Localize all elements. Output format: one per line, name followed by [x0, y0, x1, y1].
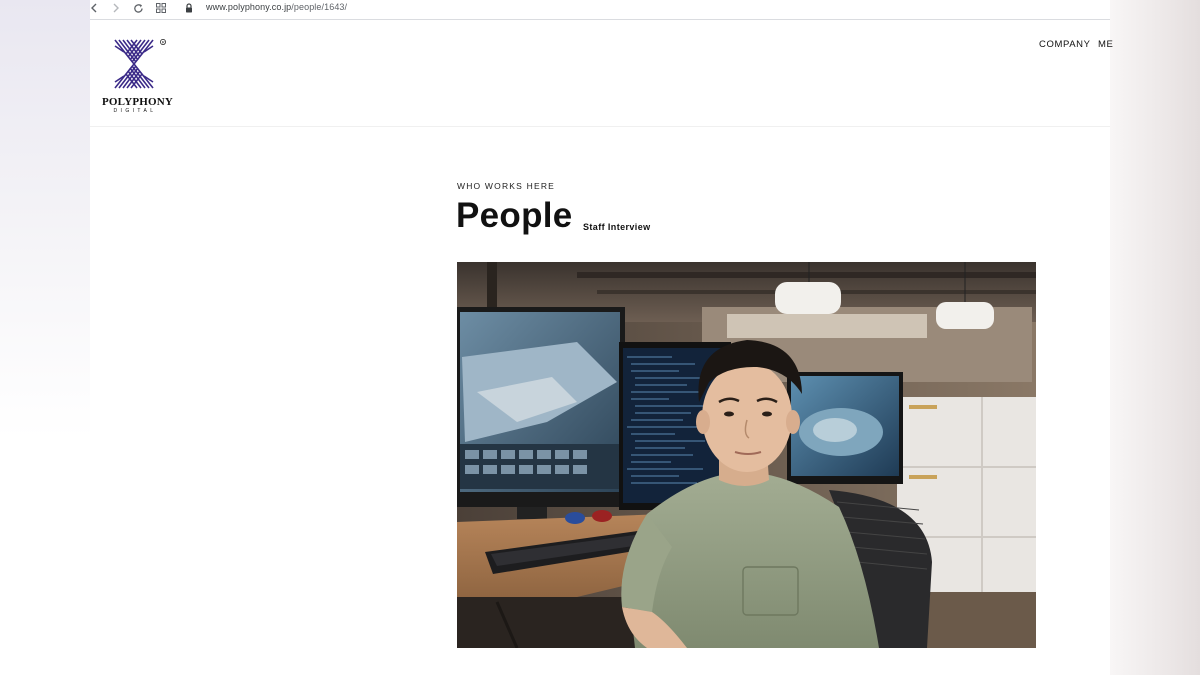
staff-photo: [457, 262, 1036, 648]
screen: www.polyphony.co.jp/people/1643/ R POLYP…: [0, 0, 1200, 675]
nav-me-link[interactable]: ME: [1098, 39, 1113, 50]
forward-arrow-icon[interactable]: [110, 1, 122, 15]
page-title: People: [456, 196, 573, 235]
right-edge-background: [1110, 0, 1200, 675]
url-domain: www.polyphony.co.jp: [206, 2, 292, 12]
site-header: R POLYPHONY DIGITAL COMPANY ME: [90, 20, 1113, 127]
address-bar[interactable]: www.polyphony.co.jp/people/1643/: [206, 2, 347, 12]
page-subtitle: Staff Interview: [583, 222, 651, 232]
logo-wordmark: POLYPHONY: [102, 96, 174, 108]
section-eyebrow: WHO WORKS HERE: [457, 181, 556, 191]
lock-icon: [183, 1, 195, 15]
svg-text:R: R: [162, 40, 165, 45]
left-edge-background: [0, 0, 90, 675]
nav-company-link[interactable]: COMPANY: [1039, 39, 1091, 50]
logo-subtext: DIGITAL: [113, 108, 157, 114]
url-path: /people/1643/: [291, 2, 348, 12]
back-arrow-icon[interactable]: [88, 1, 100, 15]
apps-grid-icon[interactable]: [154, 1, 168, 15]
browser-toolbar: www.polyphony.co.jp/people/1643/: [90, 0, 1110, 20]
reload-icon[interactable]: [131, 1, 145, 15]
